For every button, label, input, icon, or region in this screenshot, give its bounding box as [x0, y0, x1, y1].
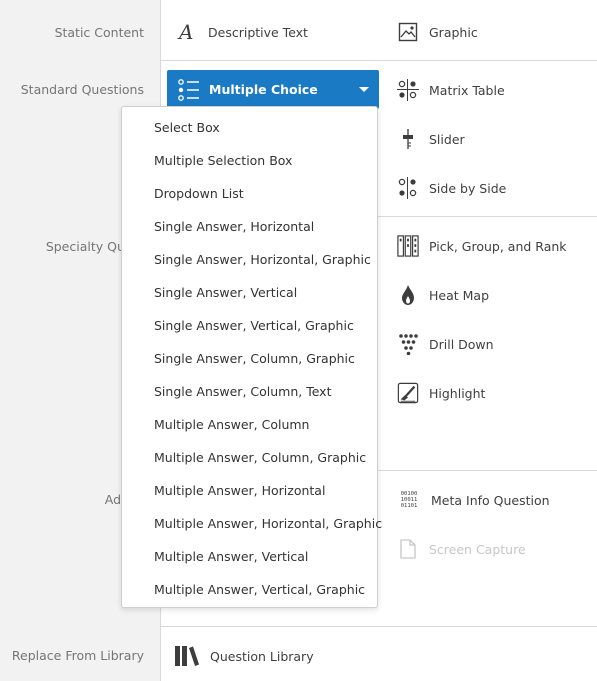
- drill-down-icon: [397, 333, 419, 355]
- category-replace-from-library: Replace From Library: [11, 648, 144, 663]
- graphic-label: Graphic: [429, 24, 478, 40]
- multiple-choice-label: Multiple Choice: [209, 82, 318, 97]
- menu-item-single-vertical[interactable]: Single Answer, Vertical: [154, 282, 297, 304]
- slider-option[interactable]: Slider: [397, 128, 465, 150]
- menu-item-multiple-selection-box[interactable]: Multiple Selection Box: [154, 150, 292, 172]
- binary-line: 01101: [400, 503, 418, 509]
- menu-item-multiple-vertical[interactable]: Multiple Answer, Vertical: [154, 546, 308, 568]
- matrix-table-label: Matrix Table: [429, 82, 505, 98]
- menu-item-single-horizontal-graphic[interactable]: Single Answer, Horizontal, Graphic: [154, 249, 371, 271]
- section-divider: [161, 626, 597, 627]
- side-by-side-icon: [397, 177, 419, 199]
- side-by-side-option[interactable]: Side by Side: [397, 177, 506, 199]
- menu-item-dropdown-list[interactable]: Dropdown List: [154, 183, 244, 205]
- pick-group-rank-option[interactable]: Pick, Group, and Rank: [397, 235, 567, 257]
- category-standard-questions: Standard Questions: [20, 82, 144, 97]
- meta-info-question-option[interactable]: 00100 10011 01101 Meta Info Question: [397, 489, 550, 511]
- matrix-table-icon: [397, 79, 419, 101]
- menu-item-multiple-column[interactable]: Multiple Answer, Column: [154, 414, 309, 436]
- heat-map-label: Heat Map: [429, 287, 490, 303]
- menu-item-single-horizontal[interactable]: Single Answer, Horizontal: [154, 216, 314, 238]
- slider-icon: [397, 128, 419, 150]
- section-divider: [161, 60, 597, 61]
- menu-item-multiple-horizontal-graphic[interactable]: Multiple Answer, Horizontal, Graphic: [154, 513, 382, 535]
- pick-group-rank-label: Pick, Group, and Rank: [429, 238, 567, 254]
- menu-item-multiple-vertical-graphic[interactable]: Multiple Answer, Vertical, Graphic: [154, 579, 365, 601]
- menu-item-single-column-graphic[interactable]: Single Answer, Column, Graphic: [154, 348, 355, 370]
- category-static-content: Static Content: [54, 25, 144, 40]
- highlight-option[interactable]: Highlight: [397, 382, 485, 404]
- image-icon: [397, 21, 419, 43]
- library-books-icon: [174, 645, 200, 667]
- question-library-option[interactable]: Question Library: [174, 645, 314, 667]
- graphic-option[interactable]: Graphic: [397, 21, 478, 43]
- matrix-table-option[interactable]: Matrix Table: [397, 79, 505, 101]
- pick-group-rank-icon: [397, 235, 419, 257]
- multiple-choice-icon: [177, 78, 201, 102]
- menu-item-select-box[interactable]: Select Box: [154, 117, 220, 139]
- drill-down-option[interactable]: Drill Down: [397, 333, 494, 355]
- menu-item-single-column-text[interactable]: Single Answer, Column, Text: [154, 381, 331, 403]
- question-library-label: Question Library: [210, 648, 314, 664]
- italic-a-icon: A: [176, 21, 198, 43]
- menu-item-multiple-horizontal[interactable]: Multiple Answer, Horizontal: [154, 480, 325, 502]
- screen-capture-label: Screen Capture: [429, 541, 526, 557]
- descriptive-text-option[interactable]: A Descriptive Text: [176, 21, 308, 43]
- drill-down-label: Drill Down: [429, 336, 494, 352]
- document-icon: [397, 538, 419, 560]
- menu-item-multiple-column-graphic[interactable]: Multiple Answer, Column, Graphic: [154, 447, 366, 469]
- chevron-down-icon[interactable]: [359, 87, 369, 92]
- descriptive-text-label: Descriptive Text: [208, 24, 308, 40]
- multiple-choice-variant-menu: Select Box Multiple Selection Box Dropdo…: [121, 106, 382, 608]
- highlight-label: Highlight: [429, 385, 486, 401]
- screen-capture-option: Screen Capture: [397, 538, 526, 560]
- svg-text:A: A: [177, 22, 193, 42]
- slider-label: Slider: [429, 131, 465, 147]
- highlighter-icon: [397, 382, 419, 404]
- side-by-side-label: Side by Side: [429, 180, 507, 196]
- binary-code-icon: 00100 10011 01101: [397, 489, 421, 511]
- flame-icon: [397, 284, 419, 306]
- menu-item-single-vertical-graphic[interactable]: Single Answer, Vertical, Graphic: [154, 315, 354, 337]
- heat-map-option[interactable]: Heat Map: [397, 284, 489, 306]
- multiple-choice-button[interactable]: Multiple Choice: [167, 70, 379, 109]
- meta-info-question-label: Meta Info Question: [431, 492, 550, 508]
